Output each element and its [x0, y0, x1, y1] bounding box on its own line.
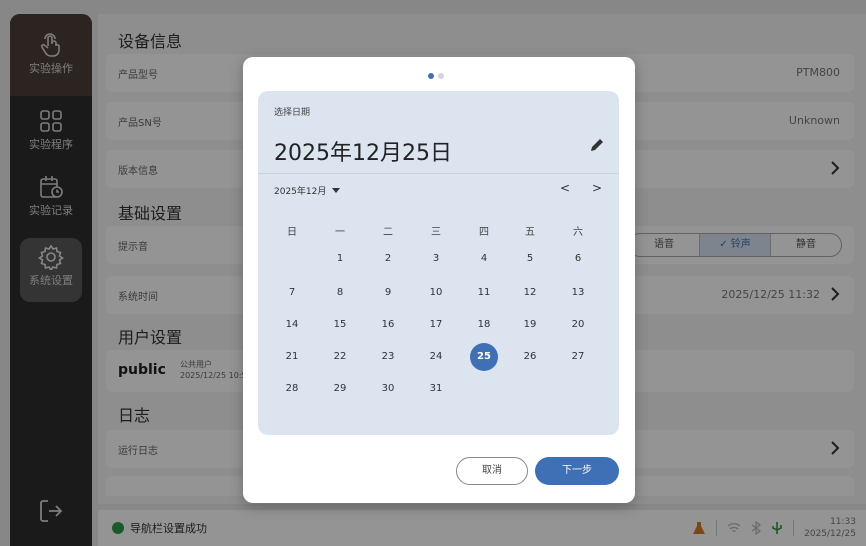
calendar-day[interactable]: 19 — [516, 311, 544, 339]
calendar-day[interactable]: 13 — [564, 279, 592, 307]
calendar-day[interactable]: 4 — [470, 245, 498, 273]
step-indicator — [428, 73, 444, 79]
calendar-day[interactable]: 7 — [278, 279, 306, 307]
calendar-day[interactable]: 14 — [278, 311, 306, 339]
calendar-day[interactable]: 11 — [470, 279, 498, 307]
calendar-day[interactable]: 10 — [422, 279, 450, 307]
calendar-day[interactable]: 15 — [326, 311, 354, 339]
calendar-day[interactable]: 21 — [278, 343, 306, 371]
calendar-day[interactable]: 30 — [374, 375, 402, 403]
calendar-day[interactable]: 22 — [326, 343, 354, 371]
weekday-label: 三 — [431, 227, 441, 238]
month-year-dropdown[interactable]: 2025年12月 — [274, 184, 341, 197]
calendar-day[interactable]: 6 — [564, 245, 592, 273]
calendar-day[interactable]: 3 — [422, 245, 450, 273]
weekday-label: 二 — [383, 227, 393, 238]
calendar-day[interactable]: 1 — [326, 245, 354, 273]
weekday-label: 日 — [287, 227, 297, 238]
app-window: 实验操作 实验程序 实验记录 系统设置 设备信息 产品型号 PTM800 产品S… — [0, 0, 866, 546]
calendar-day[interactable]: 9 — [374, 279, 402, 307]
weekday-label: 五 — [525, 227, 535, 238]
date-picker-dialog: 选择日期 2025年12月25日 2025年12月 < > 日一二三四五六123… — [243, 57, 635, 503]
selected-date-display: 2025年12月25日 — [274, 141, 452, 166]
caret-down-icon — [332, 188, 341, 193]
month-year-label: 2025年12月 — [274, 187, 327, 197]
calendar-day[interactable]: 16 — [374, 311, 402, 339]
calendar-day[interactable]: 28 — [278, 375, 306, 403]
calendar-day[interactable]: 8 — [326, 279, 354, 307]
calendar-day[interactable]: 23 — [374, 343, 402, 371]
next-step-button[interactable]: 下一步 — [535, 457, 619, 485]
weekday-label: 四 — [479, 227, 489, 238]
weekday-label: 六 — [573, 227, 583, 238]
calendar-day[interactable]: 2 — [374, 245, 402, 273]
divider — [258, 173, 619, 174]
calendar-day[interactable]: 20 — [564, 311, 592, 339]
calendar-day[interactable]: 27 — [564, 343, 592, 371]
calendar-day[interactable]: 18 — [470, 311, 498, 339]
calendar-day[interactable]: 24 — [422, 343, 450, 371]
calendar-day[interactable]: 29 — [326, 375, 354, 403]
calendar-day[interactable]: 31 — [422, 375, 450, 403]
weekday-label: 一 — [335, 227, 345, 238]
calendar-day[interactable]: 26 — [516, 343, 544, 371]
step-dot-active — [428, 73, 434, 79]
calendar-day[interactable]: 17 — [422, 311, 450, 339]
calendar-day[interactable]: 12 — [516, 279, 544, 307]
date-picker: 选择日期 2025年12月25日 2025年12月 < > 日一二三四五六123… — [258, 91, 619, 435]
next-month-button[interactable]: > — [590, 181, 604, 197]
prev-month-button[interactable]: < — [558, 181, 572, 197]
picker-header-label: 选择日期 — [274, 108, 311, 118]
calendar-day[interactable]: 5 — [516, 245, 544, 273]
cancel-button[interactable]: 取消 — [456, 457, 528, 485]
pencil-icon[interactable] — [589, 137, 605, 153]
step-dot — [438, 73, 444, 79]
calendar-day-selected[interactable]: 25 — [470, 343, 498, 371]
